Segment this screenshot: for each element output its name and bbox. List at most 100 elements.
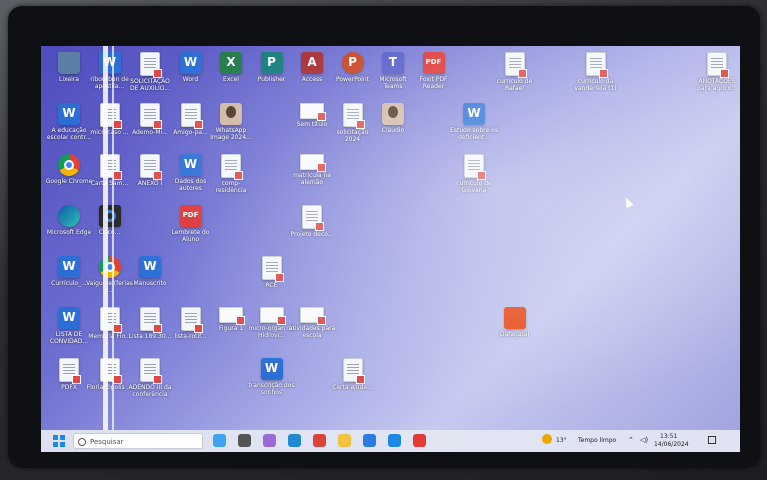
screen-defect-line	[112, 46, 114, 430]
blank-icon	[300, 154, 326, 172]
copilot-icon[interactable]	[213, 434, 226, 447]
blank-icon	[259, 307, 286, 325]
desktop-icon[interactable]: Lembrete do Aluno	[167, 205, 215, 243]
screen-defect-line	[103, 46, 108, 430]
desktop-icon[interactable]: RCE	[248, 256, 296, 289]
doc-icon	[261, 256, 284, 282]
doc-icon	[140, 154, 162, 180]
doc-icon	[59, 358, 81, 384]
doc-icon	[221, 154, 243, 180]
desktop-icon[interactable]: Cisco...	[86, 205, 134, 236]
desktop-icon-label: transcrição dos sonhos	[248, 382, 295, 396]
desktop-icon[interactable]: Foxit PDF Reader	[410, 52, 458, 90]
taskbar: Pesquisar 13° Tempo limpo ⌃ ◁) 13:51 14/…	[41, 430, 740, 452]
desktop-icon[interactable]: ANOTAÇÕES para agrico...	[693, 52, 740, 92]
desktop-icon[interactable]: curriculo de Rafael	[491, 52, 539, 92]
search-input[interactable]: Pesquisar	[73, 433, 203, 449]
word-icon	[179, 52, 202, 74]
desktop-icon-label: curriculo de Giovana	[456, 180, 492, 194]
blank-icon	[300, 103, 326, 121]
youtube-icon[interactable]	[413, 434, 426, 447]
desktop-icon-label: Cisco...	[98, 229, 121, 236]
pub-icon	[260, 52, 283, 74]
desktop-icon[interactable]: transcrição dos sonhos	[248, 358, 296, 396]
desktop-icon-label: curriculo de Rafael	[496, 78, 533, 92]
chrome-icon	[58, 154, 80, 176]
edge-icon[interactable]	[288, 434, 301, 447]
doc-icon	[342, 358, 365, 384]
ppt-icon	[341, 52, 364, 74]
doc-icon	[180, 103, 203, 129]
notification-icon[interactable]	[708, 436, 716, 444]
desktop-icon[interactable]: Estudo sobre os deficient...	[450, 103, 498, 141]
desktop-icon-label: ADENDO III da conferência	[128, 384, 172, 398]
desktop-icon-label: Carta ajuda...	[332, 384, 373, 391]
explorer-icon[interactable]	[338, 434, 351, 447]
excel-icon	[220, 52, 242, 74]
access-icon	[301, 52, 323, 74]
desktop-icon-label: comp-residência	[215, 180, 247, 194]
volume-icon[interactable]: ◁)	[640, 436, 648, 444]
desktop-icon-label: matrícula na alemão	[293, 172, 331, 186]
blank-icon	[300, 307, 326, 325]
search-icon	[78, 438, 86, 446]
desktop-icon-label: RCE	[265, 282, 278, 289]
doc-icon	[140, 52, 162, 78]
desktop-icon[interactable]: ADENDO III da conferência	[126, 358, 174, 398]
weather-desc[interactable]: Tempo limpo	[578, 437, 616, 444]
mail-icon[interactable]	[388, 434, 401, 447]
desktop-icon-label: curriculo da vanderleia (1)	[574, 78, 617, 92]
pdf-icon	[422, 52, 445, 74]
taskview-icon[interactable]	[238, 434, 251, 447]
desktop-icon-label: Foxit PDF Reader	[419, 76, 448, 90]
desktop-icon[interactable]: matrícula na alemão	[288, 154, 336, 186]
desktop-icon[interactable]: Projeto deco...	[288, 205, 336, 238]
desktop-icon[interactable]: comp-residência	[207, 154, 255, 194]
word-icon	[58, 103, 80, 125]
chevron-up-icon[interactable]: ⌃	[628, 436, 634, 444]
store-icon[interactable]	[363, 434, 376, 447]
doc-icon	[504, 52, 527, 78]
desktop-icon-label: Projeto deco...	[290, 231, 334, 238]
word-icon	[98, 52, 121, 74]
desktop-icon-label: Dafagatal	[499, 331, 530, 338]
desktop-icon-label: Cláudio	[381, 127, 405, 134]
desktop-icon[interactable]: Dafagatal	[491, 307, 539, 338]
weather-icon[interactable]	[542, 434, 552, 444]
copilot-app-icon[interactable]	[263, 434, 276, 447]
clock-date[interactable]: 14/06/2024	[654, 441, 689, 448]
desktop-icon[interactable]: Manuscrito	[126, 256, 174, 287]
word-icon	[260, 358, 283, 380]
desktop-icon-label: Lembrete do Aluno	[171, 229, 210, 243]
doc-icon	[585, 52, 608, 78]
mouse-cursor	[622, 195, 634, 209]
teams-icon	[382, 52, 404, 74]
desktop-icon-label: Manuscrito	[133, 280, 167, 287]
desktop-icon-label: WhatsApp Image 2024...	[210, 127, 252, 141]
doc-icon	[180, 307, 203, 333]
photo-icon	[382, 103, 404, 125]
search-placeholder: Pesquisar	[90, 438, 124, 446]
desktop-icon[interactable]: atividades para escola	[288, 307, 336, 339]
word-icon	[58, 307, 80, 329]
laptop-screen: Lixeiraribourbon de apostila...SOLICITAÇ…	[41, 46, 740, 452]
doc-icon	[707, 52, 729, 78]
chrome-icon[interactable]	[313, 434, 326, 447]
desktop-icon[interactable]: WhatsApp Image 2024...	[207, 103, 255, 141]
clock-time[interactable]: 13:51	[660, 433, 677, 440]
desktop-icon[interactable]: curriculo de Giovana	[450, 154, 498, 194]
weather-temp[interactable]: 13°	[556, 437, 567, 444]
desktop-icon[interactable]: Cláudio	[369, 103, 417, 134]
chrome-icon	[98, 256, 121, 278]
desktop-icon-label: atividades para escola	[288, 325, 336, 339]
doc-icon	[302, 205, 324, 231]
gear-icon	[98, 205, 121, 227]
start-icon[interactable]	[53, 435, 65, 447]
desktop-icon[interactable]: Carta ajuda...	[329, 358, 377, 391]
doc-icon	[140, 103, 162, 129]
pdf-icon	[179, 205, 202, 227]
photo-icon	[220, 103, 242, 125]
blank-icon	[219, 307, 245, 325]
desktop-icon[interactable]: curriculo da vanderleia (1)	[572, 52, 620, 92]
doc-icon	[342, 103, 365, 129]
